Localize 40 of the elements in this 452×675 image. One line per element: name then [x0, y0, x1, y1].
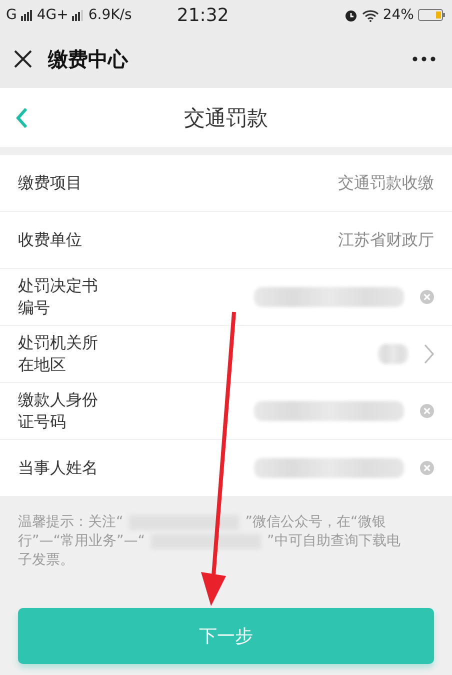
field-label: 缴费项目 [18, 172, 83, 194]
signal-icon [20, 10, 33, 20]
signal-icon [72, 10, 84, 20]
clear-icon [420, 290, 434, 304]
hint-text: ”微信公众号，在“微银 [245, 513, 386, 532]
hint-text: 子发票。 [18, 551, 74, 570]
hint-text: ”中可自助查询下载电 [267, 532, 400, 551]
back-icon [16, 106, 28, 128]
clear-icon [420, 404, 434, 418]
network-speed: 6.9K/s [88, 7, 132, 23]
blurred-value[interactable] [254, 458, 404, 478]
window-title: 缴费中心 [48, 46, 130, 72]
field-label: 缴款人身份证号码 [18, 389, 99, 433]
blurred-value[interactable] [254, 287, 404, 307]
clear-icon [420, 461, 434, 475]
hint-text: 行”—“常用业务”—“ [18, 532, 146, 551]
field-value: 交通罚款收缴 [338, 172, 434, 194]
menu-icon [412, 56, 436, 62]
clock-time: 21:32 [176, 4, 229, 26]
back-button[interactable] [16, 106, 28, 128]
close-icon [14, 50, 32, 68]
field-label: 处罚机关所在地区 [18, 332, 99, 376]
field-label: 收费单位 [18, 229, 83, 251]
battery-percent: 24% [382, 7, 414, 23]
chevron-icon [424, 344, 434, 364]
network-type: G [6, 7, 17, 23]
hint-text: 温馨提示：关注“ [18, 513, 124, 532]
field-label: 当事人姓名 [18, 457, 99, 479]
close-button[interactable] [14, 50, 32, 68]
wifi-icon [362, 8, 379, 22]
next-button[interactable]: 下一步 [18, 608, 434, 664]
network-type: 4G+ [36, 7, 68, 23]
field-value: 江苏省财政厅 [338, 230, 434, 250]
alarm-icon [344, 8, 358, 22]
blurred-value[interactable] [378, 344, 408, 364]
field-label: 处罚决定书编号 [18, 275, 99, 319]
page-title: 交通罚款 [183, 104, 269, 132]
more-button[interactable] [412, 56, 436, 62]
battery-icon [418, 8, 446, 22]
blurred-value[interactable] [254, 401, 404, 421]
